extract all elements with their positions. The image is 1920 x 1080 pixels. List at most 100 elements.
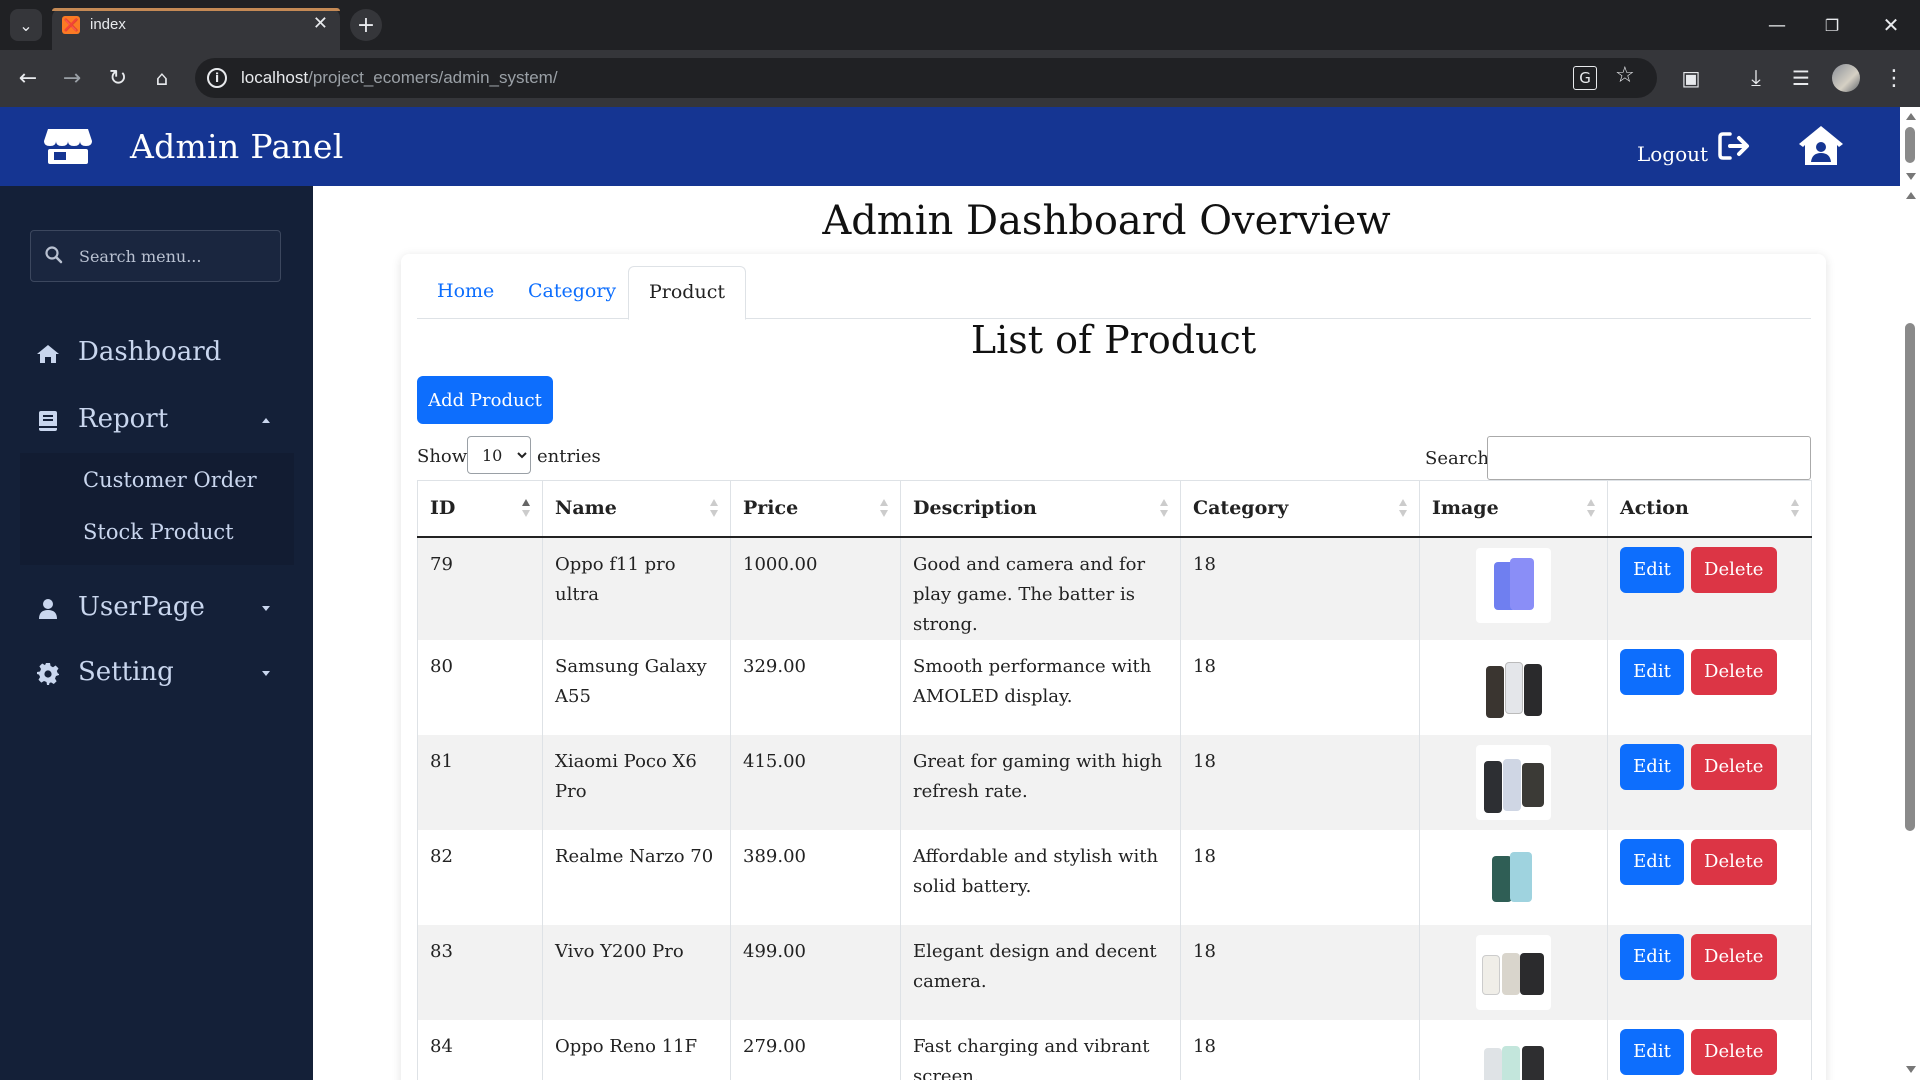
delete-button[interactable]: Delete (1690, 648, 1777, 695)
bookmark-star-icon[interactable]: ☆ (1615, 63, 1635, 88)
media-control-icon[interactable]: ☰ (1785, 62, 1817, 94)
window-close-icon[interactable]: ✕ (1876, 10, 1906, 40)
scroll-down-icon[interactable] (1906, 1066, 1916, 1073)
delete-button[interactable]: Delete (1690, 546, 1777, 593)
phone-shape (1502, 1045, 1520, 1080)
cell-name: Samsung Galaxy A55 (542, 639, 731, 735)
forward-icon[interactable]: → (56, 62, 88, 94)
cell-name: Realme Narzo 70 (542, 829, 731, 925)
column-header-category[interactable]: Category (1180, 480, 1420, 538)
phone-shape (1482, 954, 1500, 995)
sidebar-item-label: UserPage (78, 592, 205, 622)
table-row: 80 Samsung Galaxy A55 329.00 Smooth perf… (417, 639, 1812, 735)
sidebar-item-setting[interactable]: Setting (0, 649, 313, 699)
cell-description: Good and camera and for play game. The b… (900, 536, 1181, 640)
browser-toolbar: ← → ↻ ⌂ i localhost/project_ecomers/admi… (0, 50, 1920, 107)
entries-select[interactable]: 10 (467, 436, 531, 474)
cell-action: Edit Delete (1607, 924, 1812, 1020)
edit-button[interactable]: Edit (1620, 743, 1684, 790)
url-path: /project_ecomers/admin_system/ (308, 68, 558, 87)
column-header-name[interactable]: Name (542, 480, 731, 538)
page-title: Admin Dashboard Overview (822, 198, 1391, 244)
logout-link[interactable]: Logout (1637, 142, 1708, 166)
edit-button[interactable]: Edit (1620, 648, 1684, 695)
cell-action: Edit Delete (1607, 639, 1812, 735)
tab-product[interactable]: Product (628, 266, 746, 320)
sidebar-search[interactable] (30, 230, 281, 282)
cell-description: Fast charging and vibrant screen. (900, 1019, 1181, 1080)
tab-close-icon[interactable]: ✕ (313, 13, 328, 34)
table-search-input[interactable] (1487, 436, 1811, 480)
outer-scrollbar[interactable] (1900, 107, 1920, 186)
store-icon (44, 129, 92, 164)
new-tab-icon[interactable]: + (350, 9, 382, 41)
back-icon[interactable]: ← (12, 62, 44, 94)
product-image (1476, 649, 1551, 725)
phone-shape (1520, 952, 1544, 995)
outer-scrollbar-thumb[interactable] (1905, 127, 1915, 163)
sidebar-item-dashboard[interactable]: Dashboard (0, 329, 313, 379)
user-icon (39, 599, 57, 619)
cell-description: Elegant design and decent camera. (900, 924, 1181, 1020)
site-info-icon[interactable]: i (207, 68, 227, 88)
scroll-up-icon[interactable] (1906, 113, 1916, 120)
edit-button[interactable]: Edit (1620, 1028, 1684, 1075)
brand-title[interactable]: Admin Panel (130, 127, 344, 166)
delete-button[interactable]: Delete (1690, 1028, 1777, 1075)
cell-action: Edit Delete (1607, 536, 1812, 640)
page-scrollbar[interactable] (1900, 186, 1920, 1080)
sidebar-subitem-customer-order[interactable]: Customer Order (83, 468, 257, 492)
delete-button[interactable]: Delete (1690, 933, 1777, 980)
tab-home[interactable]: Home (417, 266, 514, 319)
delete-button[interactable]: Delete (1690, 743, 1777, 790)
cell-image (1419, 734, 1608, 830)
restore-icon[interactable]: ❐ (1817, 10, 1847, 40)
column-header-image[interactable]: Image (1419, 480, 1608, 538)
more-menu-icon[interactable]: ⋮ (1878, 62, 1910, 94)
download-icon[interactable]: ⤓ (1740, 62, 1772, 94)
tab-category[interactable]: Category (508, 266, 636, 319)
logout-icon[interactable] (1718, 131, 1752, 161)
browser-tab[interactable]: ❌ index ✕ (52, 8, 340, 50)
sidebar-subitem-stock-product[interactable]: Stock Product (83, 520, 234, 544)
scroll-down-icon[interactable] (1906, 173, 1916, 180)
sidebar-item-userpage[interactable]: UserPage (0, 584, 313, 634)
sort-icon (1587, 499, 1595, 519)
delete-button[interactable]: Delete (1690, 838, 1777, 885)
edit-button[interactable]: Edit (1620, 546, 1684, 593)
edit-button[interactable]: Edit (1620, 933, 1684, 980)
edit-button[interactable]: Edit (1620, 838, 1684, 885)
cell-category: 18 (1180, 829, 1420, 925)
column-header-action[interactable]: Action (1607, 480, 1812, 538)
sidebar-item-report[interactable]: Report (0, 396, 313, 446)
cell-id: 82 (417, 829, 543, 925)
translate-icon[interactable]: G (1573, 66, 1597, 90)
column-label: Action (1620, 497, 1689, 520)
xampp-favicon-icon: ❌ (62, 16, 80, 34)
cell-price: 499.00 (730, 924, 901, 1020)
sort-icon (710, 499, 718, 519)
column-label: Price (743, 497, 799, 520)
sidebar-search-input[interactable] (79, 231, 274, 281)
tab-search-dropdown-icon[interactable]: ⌄ (10, 9, 42, 41)
cell-image (1419, 924, 1608, 1020)
home-icon[interactable]: ⌂ (146, 62, 178, 94)
address-bar[interactable]: i localhost/project_ecomers/admin_system… (195, 58, 1657, 98)
profile-avatar[interactable] (1832, 64, 1860, 92)
minimize-icon[interactable]: — (1762, 10, 1792, 40)
page-viewport: Admin Panel Logout Dashboard (0, 107, 1920, 1080)
scroll-up-icon[interactable] (1906, 192, 1916, 199)
phone-shape (1510, 557, 1534, 610)
column-header-price[interactable]: Price (730, 480, 901, 538)
home-user-icon[interactable] (1798, 125, 1844, 167)
add-product-button[interactable]: Add Product (417, 376, 553, 424)
sort-icon (1399, 499, 1407, 519)
extensions-icon[interactable]: ▣ (1675, 62, 1707, 94)
scrollbar-thumb[interactable] (1905, 323, 1915, 831)
reload-icon[interactable]: ↻ (102, 62, 134, 94)
url-text[interactable]: localhost/project_ecomers/admin_system/ (241, 68, 558, 88)
cell-price: 1000.00 (730, 536, 901, 640)
cell-action: Edit Delete (1607, 734, 1812, 830)
column-header-description[interactable]: Description (900, 480, 1181, 538)
column-header-id[interactable]: ID (417, 480, 543, 538)
